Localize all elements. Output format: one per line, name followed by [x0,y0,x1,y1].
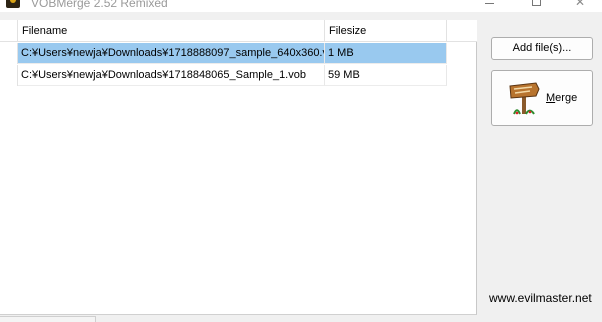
filesize-cell: 1 MB [325,43,447,64]
maximize-icon[interactable] [532,0,541,6]
merge-label-rest: erge [555,92,578,104]
merge-label: Merge [546,92,577,104]
header-corner [0,20,18,42]
row-marker [0,65,18,86]
website-label: www.evilmaster.net [489,291,592,305]
window-title: VOBMerge 2.52 Remixed [31,0,168,10]
column-header-filename[interactable]: Filename [18,20,325,42]
minimize-icon[interactable] [485,3,494,4]
filesize-cell: 59 MB [325,65,447,86]
app-icon [6,0,20,8]
bottom-edge [0,316,96,322]
merge-button[interactable]: Merge [491,70,593,126]
column-header-filesize[interactable]: Filesize [325,20,447,42]
add-files-button[interactable]: Add file(s)... [491,37,593,60]
close-icon[interactable]: ✕ [557,0,602,11]
merge-mnemonic: M [546,92,556,104]
filename-cell: C:¥Users¥newja¥Downloads¥1718888097_samp… [18,43,325,64]
title-bar: VOBMerge 2.52 Remixed ✕ [0,0,602,12]
table-row[interactable]: C:¥Users¥newja¥Downloads¥1718848065_Samp… [0,65,447,86]
list-header: Filename Filesize [0,20,477,42]
file-list[interactable]: Filename Filesize C:¥Users¥newja¥Downloa… [0,20,477,315]
table-row[interactable]: C:¥Users¥newja¥Downloads¥1718888097_samp… [0,43,447,64]
filename-cell: C:¥Users¥newja¥Downloads¥1718848065_Samp… [18,65,325,86]
wooden-sign-icon [509,82,540,115]
row-marker [0,43,18,64]
